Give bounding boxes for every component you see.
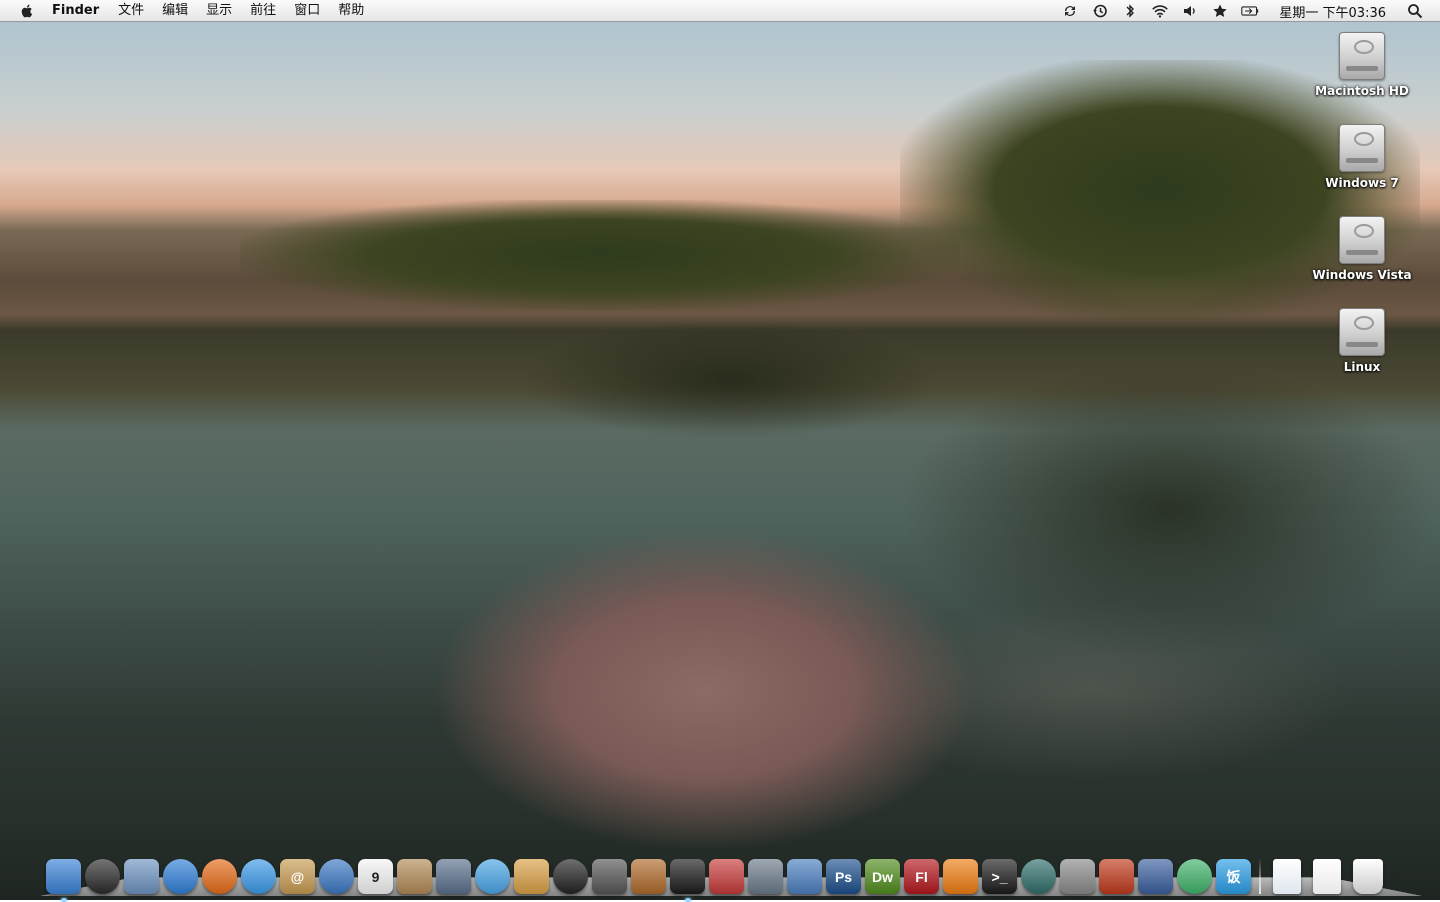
finder-icon[interactable]	[46, 859, 81, 902]
treeline-center	[240, 200, 960, 310]
apple-logo-icon[interactable]	[18, 3, 36, 19]
menu-view[interactable]: 显示	[197, 0, 241, 22]
trash-icon[interactable]	[1353, 859, 1383, 894]
spotlight-search-icon[interactable]	[1406, 3, 1424, 19]
terminal-icon[interactable]: >_	[982, 859, 1017, 894]
battery-icon[interactable]	[1241, 3, 1259, 19]
dock-icon-glyph: 饭	[1226, 868, 1241, 885]
downloads-stack-icon[interactable]	[1313, 859, 1341, 894]
fan-app-icon[interactable]: 饭	[1216, 859, 1251, 894]
itunes-icon[interactable]	[475, 859, 510, 894]
time-machine-icon[interactable]	[1091, 3, 1109, 19]
dock-icon-glyph: Ps	[834, 868, 853, 885]
time-machine-app-icon[interactable]	[1021, 859, 1056, 894]
menu-file[interactable]: 文件	[109, 0, 153, 22]
running-indicator	[60, 898, 67, 902]
network-globe-icon[interactable]	[319, 859, 354, 894]
dock-separator	[1259, 858, 1261, 894]
volume-icon[interactable]	[1181, 3, 1199, 19]
flash-icon[interactable]: Fl	[904, 859, 939, 894]
mail-icon[interactable]	[124, 859, 159, 894]
qq-penguin-icon[interactable]	[670, 859, 705, 902]
dock-icon-glyph: Dw	[872, 868, 893, 885]
desktop-icon-windows-7[interactable]: Windows 7	[1307, 124, 1417, 190]
dock: @9 Ps Dw Fl >_ 饭	[40, 848, 1422, 902]
garageband-icon[interactable]	[631, 859, 666, 894]
bluetooth-icon[interactable]	[1121, 3, 1139, 19]
menu-window[interactable]: 窗口	[285, 0, 329, 22]
desktop-icon-macintosh-hd[interactable]: Macintosh HD	[1307, 32, 1417, 98]
menu-clock[interactable]: 星期一 下午03:36	[1279, 2, 1386, 21]
dock-icon-glyph: @	[290, 868, 305, 885]
pen-tool-icon[interactable]	[1138, 859, 1173, 894]
menu-edit[interactable]: 编辑	[153, 0, 197, 22]
hard-drive-icon	[1339, 124, 1385, 172]
water-reflection-center	[520, 320, 940, 440]
menu-go[interactable]: 前往	[241, 0, 285, 22]
menu-bar: Finder 文件 编辑 显示 前往 窗口 帮助 星期一 下午03:36	[0, 0, 1440, 22]
water-reflection-right	[900, 360, 1440, 660]
desktop-icon-windows-vista[interactable]: Windows Vista	[1307, 216, 1417, 282]
photo-booth-icon[interactable]	[553, 859, 588, 894]
desktop-icon-label: Macintosh HD	[1315, 84, 1409, 98]
desktop-icon-linux[interactable]: Linux	[1307, 308, 1417, 374]
utility-box-icon[interactable]	[397, 859, 432, 894]
dock-icon-glyph: >_	[991, 868, 1008, 885]
desktop-wallpaper	[0, 0, 1440, 900]
spaces-icon[interactable]	[748, 859, 783, 894]
dock-items: @9 Ps Dw Fl >_ 饭	[40, 848, 1389, 902]
ical-icon[interactable]: 9	[358, 859, 393, 894]
desktop-icon-label: Windows Vista	[1312, 268, 1412, 282]
xcode-icon[interactable]	[787, 859, 822, 894]
system-preferences-icon[interactable]	[1060, 859, 1095, 894]
parallels-icon[interactable]	[709, 859, 744, 894]
menu-app-name[interactable]: Finder	[46, 0, 109, 22]
dashboard-icon[interactable]	[85, 859, 120, 894]
status-area: 星期一 下午03:36	[1055, 0, 1440, 22]
imovie-star-icon[interactable]	[592, 859, 627, 894]
hard-drive-icon	[1339, 308, 1385, 356]
dock-icon-glyph: Fl	[915, 868, 928, 885]
documents-stack-icon[interactable]	[1273, 859, 1301, 894]
vlc-icon[interactable]	[943, 859, 978, 894]
hard-drive-icon	[1339, 32, 1385, 80]
hard-drive-icon	[1339, 216, 1385, 264]
firefox-icon[interactable]	[202, 859, 237, 894]
dock-icon-glyph: 9	[371, 868, 380, 885]
swirl-app-icon[interactable]	[1177, 859, 1212, 894]
preview-photos-icon[interactable]	[436, 859, 471, 894]
ichat-icon[interactable]	[241, 859, 276, 894]
sync-icon[interactable]	[1061, 3, 1079, 19]
address-book-icon[interactable]: @	[280, 859, 315, 894]
menu-help[interactable]: 帮助	[329, 0, 373, 22]
iphoto-icon[interactable]	[514, 859, 549, 894]
photoshop-icon[interactable]: Ps	[826, 859, 861, 894]
desktop-icon-label: Linux	[1343, 360, 1381, 374]
dreamweaver-icon[interactable]: Dw	[865, 859, 900, 894]
running-indicator	[684, 898, 691, 902]
fireworks-flame-icon[interactable]	[1099, 859, 1134, 894]
safari-icon[interactable]	[163, 859, 198, 894]
desktop-icon-label: Windows 7	[1325, 176, 1399, 190]
favorites-star-icon[interactable]	[1211, 3, 1229, 19]
wifi-icon[interactable]	[1151, 3, 1169, 19]
